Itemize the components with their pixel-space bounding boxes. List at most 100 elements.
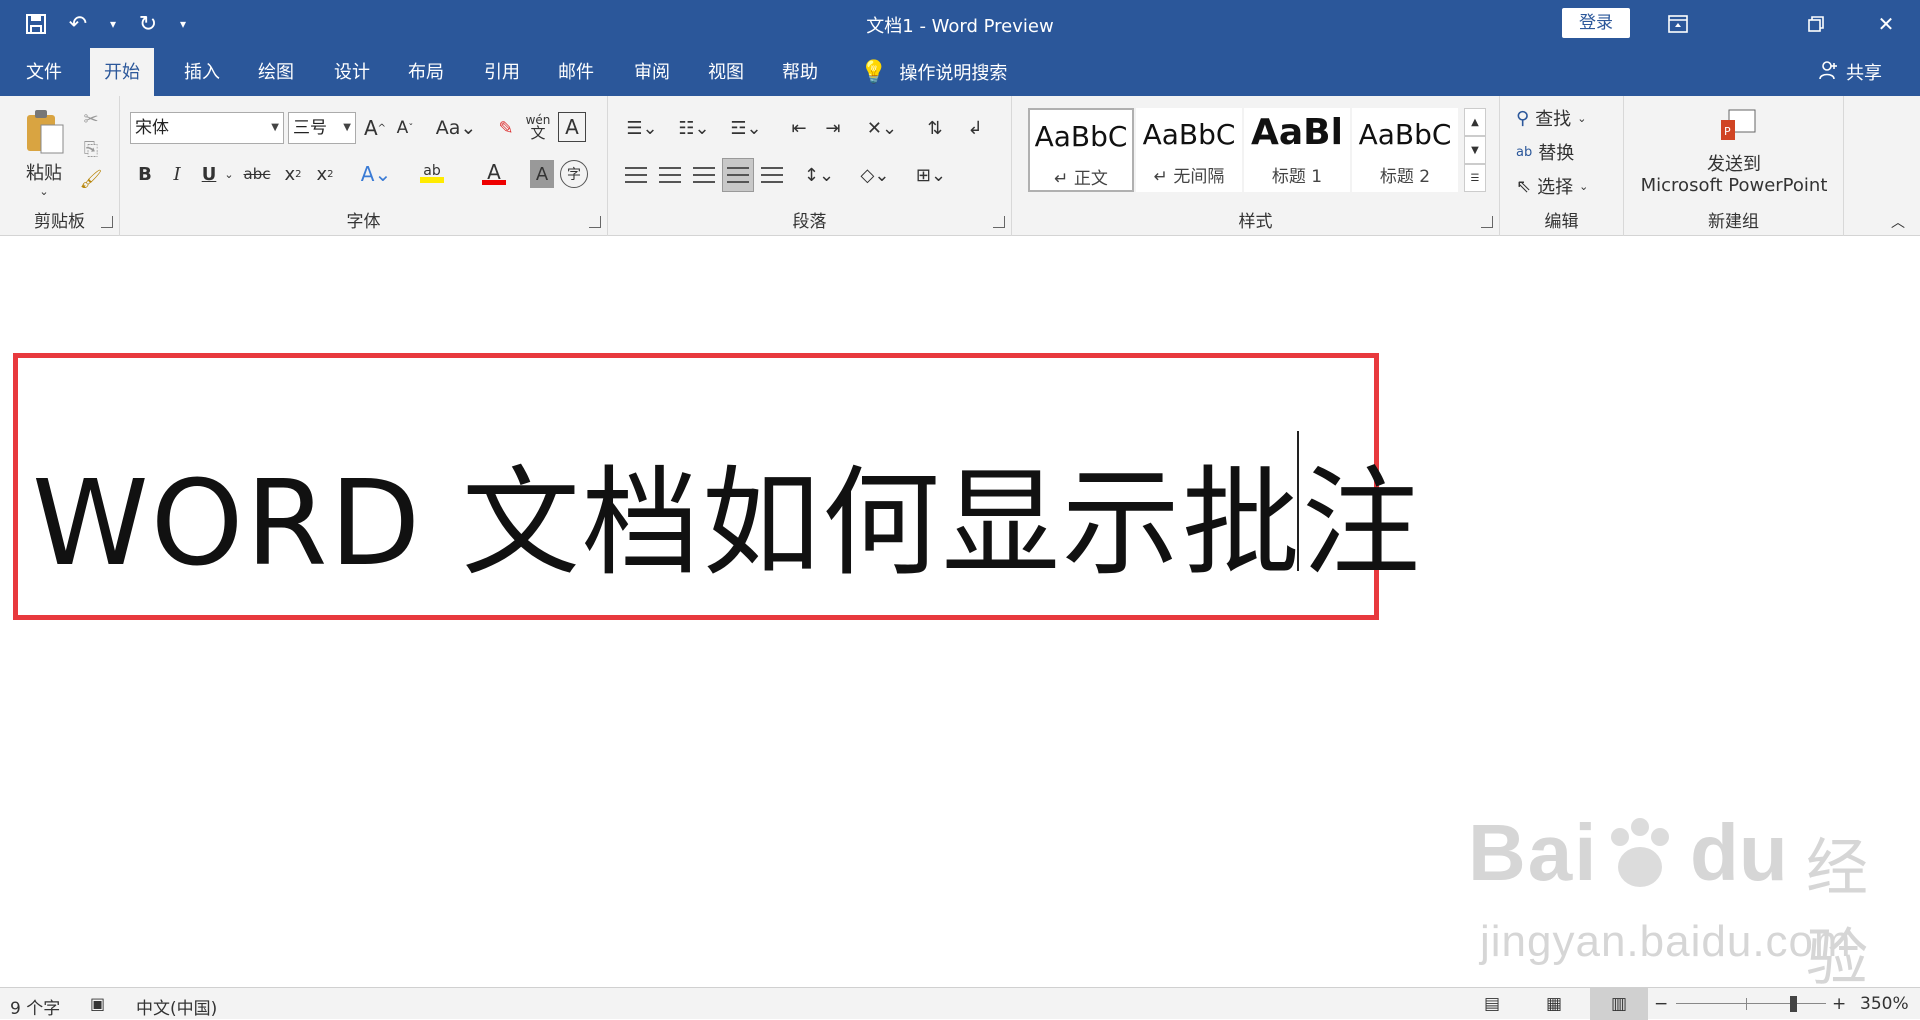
font-launcher-icon[interactable]	[589, 216, 601, 228]
proofing-icon[interactable]: ▣	[90, 994, 105, 1013]
shrink-font-icon[interactable]: Aˇ	[392, 112, 418, 144]
shading-icon[interactable]: ◇⌄	[852, 158, 898, 192]
sort-icon[interactable]: ⇅	[920, 112, 950, 144]
copy-icon[interactable]: ⎘	[78, 136, 104, 162]
web-layout-icon[interactable]: ▥	[1590, 988, 1648, 1020]
show-formatting-icon[interactable]: ↲	[960, 112, 990, 144]
tab-design[interactable]: 设计	[320, 48, 384, 96]
tab-draw[interactable]: 绘图	[244, 48, 308, 96]
word-count[interactable]: 9 个字	[10, 994, 60, 1019]
style-normal[interactable]: AaBbC ↵ 正文	[1028, 108, 1134, 192]
change-case-icon[interactable]: Aa⌄	[434, 112, 478, 144]
align-center-icon[interactable]	[656, 160, 684, 190]
styles-scroll-down-icon[interactable]: ▼	[1464, 136, 1486, 164]
find-button[interactable]: ⚲ 查找 ⌄	[1516, 104, 1616, 132]
person-icon	[1818, 60, 1838, 85]
tab-help[interactable]: 帮助	[768, 48, 832, 96]
language-indicator[interactable]: 中文(中国)	[136, 994, 217, 1019]
borders-icon[interactable]: ⊞⌄	[908, 158, 954, 192]
font-size-dropdown-icon[interactable]: ▼	[343, 113, 351, 143]
zoom-level[interactable]: 350%	[1860, 994, 1909, 1014]
phonetic-guide-icon[interactable]: wén 文	[524, 110, 552, 144]
style-heading-1[interactable]: AaBl 标题 1	[1244, 108, 1350, 192]
text-effects-icon[interactable]: A⌄	[356, 158, 396, 190]
cut-icon[interactable]: ✂	[78, 106, 104, 132]
font-name-combo[interactable]: 宋体 ▼	[130, 112, 284, 144]
share-button[interactable]: 共享	[1818, 48, 1882, 96]
align-right-icon[interactable]	[690, 160, 718, 190]
grow-font-icon[interactable]: A ^	[362, 112, 388, 144]
chinese-layout-icon[interactable]: ✕⌄	[860, 112, 904, 144]
format-painter-icon[interactable]: 🖌	[78, 166, 104, 192]
multilevel-list-icon[interactable]: ☲⌄	[724, 112, 768, 144]
replace-icon: ab	[1516, 144, 1533, 160]
distributed-icon[interactable]	[758, 160, 786, 190]
zoom-slider-thumb[interactable]	[1790, 996, 1797, 1012]
tab-insert[interactable]: 插入	[170, 48, 234, 96]
italic-icon[interactable]: I	[164, 158, 190, 190]
print-layout-icon[interactable]: ▦	[1546, 994, 1562, 1014]
send-to-line2[interactable]: Microsoft PowerPoint	[1624, 174, 1844, 196]
tab-mailings[interactable]: 邮件	[544, 48, 608, 96]
tell-me-search[interactable]: 💡 操作说明搜索	[860, 48, 1007, 96]
strikethrough-icon[interactable]: abc	[240, 158, 274, 190]
read-mode-icon[interactable]: ▤	[1484, 994, 1500, 1014]
underline-dropdown-icon[interactable]: ⌄	[222, 158, 236, 190]
paragraph-launcher-icon[interactable]	[993, 216, 1005, 228]
replace-button[interactable]: ab 替换	[1516, 138, 1616, 166]
clipboard-launcher-icon[interactable]	[101, 216, 113, 228]
line-spacing-icon[interactable]: ↕⌄	[796, 158, 842, 192]
tab-file[interactable]: 文件	[12, 48, 76, 96]
subscript-icon[interactable]: x2	[280, 158, 306, 190]
zoom-slider-track[interactable]	[1676, 1003, 1826, 1004]
watermark-brand-suffix: du	[1690, 808, 1788, 897]
zoom-out-icon[interactable]: −	[1654, 994, 1668, 1014]
document-text[interactable]: WORD 文档如何显示批注	[32, 427, 1422, 598]
tab-view[interactable]: 视图	[694, 48, 758, 96]
collapse-ribbon-icon[interactable]: ︿	[1886, 212, 1910, 232]
align-left-icon[interactable]	[622, 160, 650, 190]
font-color-icon[interactable]: A	[472, 158, 516, 190]
send-to-powerpoint-icon[interactable]: P	[1718, 106, 1758, 146]
restore-icon[interactable]	[1786, 0, 1846, 48]
find-dropdown-icon: ⌄	[1577, 111, 1587, 125]
numbering-icon[interactable]: ☷⌄	[672, 112, 716, 144]
enclose-characters-icon[interactable]: 字	[560, 160, 588, 188]
styles-more-icon[interactable]: ☰	[1464, 164, 1486, 192]
ribbon-display-icon[interactable]	[1648, 0, 1708, 48]
zoom-in-icon[interactable]: +	[1832, 994, 1846, 1014]
highlight-color-icon[interactable]: ab	[410, 158, 454, 190]
character-border-icon[interactable]: A	[558, 112, 586, 142]
send-to-line1[interactable]: 发送到	[1624, 152, 1844, 175]
increase-indent-icon[interactable]: ⇥	[818, 112, 848, 144]
search-icon: ⚲	[1516, 107, 1530, 129]
styles-scroll-up-icon[interactable]: ▲	[1464, 108, 1486, 136]
paste-dropdown-icon[interactable]: ⌄	[34, 184, 54, 198]
document-canvas[interactable]: WORD 文档如何显示批注 Bai du 经验 jingyan.baidu.co…	[0, 237, 1920, 993]
bold-icon[interactable]: B	[132, 158, 158, 190]
close-icon[interactable]: ✕	[1856, 0, 1916, 48]
bullets-icon[interactable]: ☰⌄	[620, 112, 664, 144]
justify-icon[interactable]	[722, 158, 754, 192]
paragraph-group-label: 段落	[792, 212, 827, 232]
tab-home[interactable]: 开始	[90, 48, 154, 96]
tab-layout[interactable]: 布局	[394, 48, 458, 96]
decrease-indent-icon[interactable]: ⇤	[784, 112, 814, 144]
tab-references[interactable]: 引用	[470, 48, 534, 96]
paste-icon[interactable]	[18, 106, 72, 158]
styles-launcher-icon[interactable]	[1481, 216, 1493, 228]
style-no-spacing[interactable]: AaBbC ↵ 无间隔	[1136, 108, 1242, 192]
underline-icon[interactable]: U	[196, 158, 222, 190]
login-button[interactable]: 登录	[1562, 8, 1630, 38]
tab-review[interactable]: 审阅	[620, 48, 684, 96]
superscript-icon[interactable]: x2	[312, 158, 338, 190]
font-name-dropdown-icon[interactable]: ▼	[271, 113, 279, 143]
select-button[interactable]: ⇖ 选择 ⌄	[1516, 172, 1616, 200]
character-shading-icon[interactable]: A	[530, 160, 554, 188]
font-size-combo[interactable]: 三号 ▼	[288, 112, 356, 144]
style-name: 标题 1	[1271, 167, 1323, 187]
style-heading-2[interactable]: AaBbC 标题 2	[1352, 108, 1458, 192]
clear-formatting-icon[interactable]: ✎	[492, 112, 520, 144]
paste-label[interactable]: 粘贴	[14, 160, 74, 184]
watermark-brand: Bai	[1468, 808, 1599, 897]
